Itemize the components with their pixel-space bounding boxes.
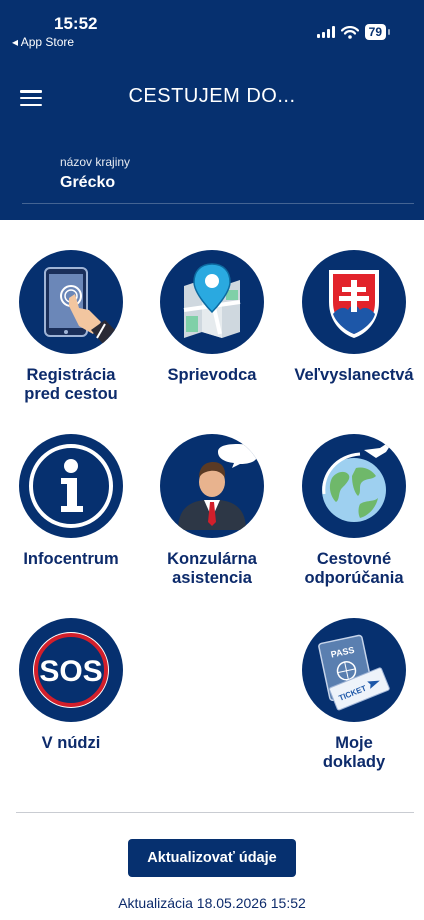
tile-embassies[interactable]: Veľvyslanectvá: [284, 250, 424, 385]
status-icons: 79: [316, 24, 391, 40]
slovak-coat-of-arms-icon: [302, 250, 406, 354]
tile-travel-advice[interactable]: Cestovné odporúčania: [284, 434, 424, 588]
tile-my-documents[interactable]: PASS TICKET Moje doklady: [284, 618, 424, 772]
footer-divider: [16, 812, 414, 813]
tile-label: Moje: [335, 734, 373, 752]
tile-label-line2: odporúčania: [304, 569, 404, 587]
battery-icon: 79: [364, 24, 391, 40]
tile-label: Sprievodca: [167, 366, 257, 384]
update-data-button[interactable]: Aktualizovať údaje: [128, 839, 296, 877]
tile-consular[interactable]: Konzulárna asistencia: [142, 434, 282, 588]
tile-label: Konzulárna: [167, 550, 257, 568]
globe-plane-icon: [302, 434, 406, 538]
wifi-icon: [340, 25, 359, 39]
tile-guide[interactable]: Sprievodca: [142, 250, 282, 385]
registration-tablet-icon: [19, 250, 123, 354]
country-field-underline: [22, 203, 414, 204]
country-field-value[interactable]: Grécko: [60, 174, 115, 192]
tile-registration[interactable]: Registrácia pred cestou: [1, 250, 141, 404]
sos-icon: SOS: [19, 618, 123, 722]
back-label: App Store: [20, 35, 75, 49]
cellular-signal-icon: [316, 26, 335, 38]
consul-person-icon: [160, 434, 264, 538]
passport-ticket-icon: PASS TICKET: [302, 618, 406, 722]
tile-label-line2: asistencia: [172, 569, 252, 587]
sos-text: SOS: [39, 655, 102, 688]
tile-label: Registrácia: [26, 366, 116, 384]
info-icon: [19, 434, 123, 538]
back-to-app-store[interactable]: ◂ App Store: [12, 35, 74, 49]
app-header: 15:52 ◂ App Store 79 CESTUJEM DO... názo…: [0, 0, 424, 220]
tile-label: Veľvyslanectvá: [294, 366, 414, 384]
tile-label-line2: doklady: [322, 753, 386, 771]
map-pin-icon: [160, 250, 264, 354]
tile-label: Cestovné: [316, 550, 392, 568]
tile-label: V núdzi: [41, 734, 101, 752]
last-update-text: Aktualizácia 18.05.2026 15:52: [118, 895, 306, 911]
tile-infocentre[interactable]: Infocentrum: [1, 434, 141, 569]
tile-label-line2: pred cestou: [24, 385, 118, 403]
status-time: 15:52: [54, 14, 98, 33]
country-field-label: názov krajiny: [60, 155, 131, 169]
tile-label: Infocentrum: [23, 550, 119, 568]
tile-emergency[interactable]: SOS V núdzi: [1, 618, 141, 753]
page-title: CESTUJEM DO...: [128, 85, 296, 107]
